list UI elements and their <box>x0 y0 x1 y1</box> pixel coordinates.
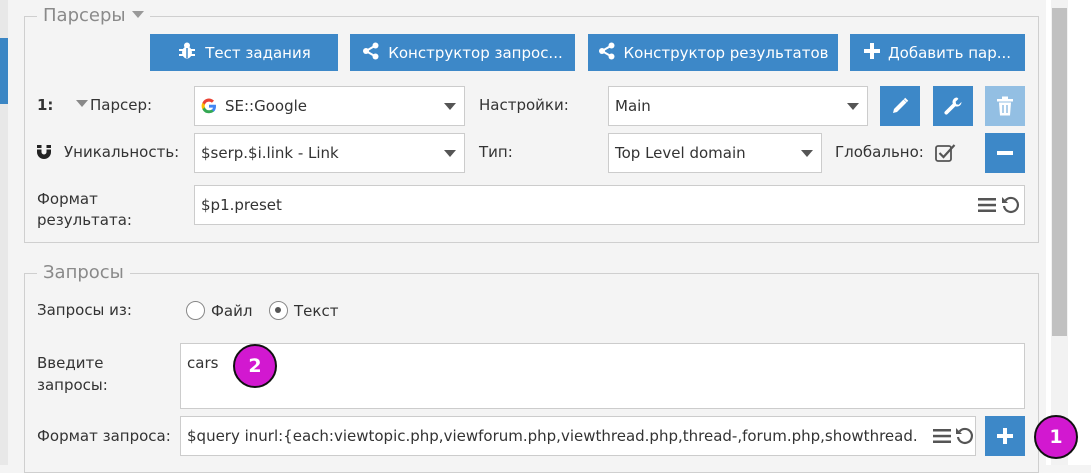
queries-legend: Запросы <box>37 262 130 284</box>
chevron-down-icon <box>801 150 813 157</box>
type-select[interactable]: Top Level domain <box>608 133 822 173</box>
uniqueness-select[interactable]: $serp.$i.link - Link <box>194 133 465 173</box>
add-parser-button[interactable]: Добавить пар... <box>850 34 1025 71</box>
queries-text: cars <box>187 354 219 372</box>
reset-icon[interactable] <box>955 426 975 446</box>
wrench-icon <box>943 96 963 116</box>
remove-uniqueness-button[interactable] <box>985 133 1025 173</box>
pencil-icon <box>891 97 909 115</box>
result-format-input[interactable]: $p1.preset <box>194 185 1025 225</box>
menu-icon[interactable] <box>978 197 996 213</box>
add-query-format-button[interactable] <box>985 416 1025 456</box>
bug-icon <box>177 41 197 65</box>
test-task-button[interactable]: Тест задания <box>150 34 338 71</box>
query-format-input[interactable]: $query inurl:{each:viewtopic.php,viewfor… <box>180 416 976 456</box>
global-label: Глобально: <box>835 143 924 161</box>
add-parser-label: Добавить пар... <box>887 43 1012 62</box>
google-icon <box>201 98 217 114</box>
global-checkbox[interactable] <box>935 143 957 163</box>
radio-text[interactable]: Текст <box>269 301 338 320</box>
queries-source-label: Запросы из: <box>37 301 132 319</box>
settings-select[interactable]: Main <box>608 86 868 126</box>
share-icon <box>598 42 616 64</box>
result-format-label-1: Формат <box>37 190 98 208</box>
radio-file[interactable]: Файл <box>186 301 252 320</box>
chevron-down-icon <box>444 103 456 110</box>
annotation-badge-1-text: 1 <box>1049 426 1063 448</box>
plus-icon <box>863 42 880 63</box>
result-format-value: $p1.preset <box>201 196 282 214</box>
magnet-icon <box>36 144 52 160</box>
trash-icon <box>996 96 1014 116</box>
left-nav-accent[interactable] <box>0 38 8 104</box>
result-builder-button[interactable]: Конструктор результатов <box>588 34 838 71</box>
parser-select-value: SE::Google <box>225 97 308 115</box>
delete-parser-button[interactable] <box>985 86 1025 126</box>
annotation-badge-2-text: 2 <box>248 355 262 377</box>
menu-icon[interactable] <box>931 428 951 444</box>
parser-index: 1: <box>37 96 54 114</box>
collapse-caret-icon[interactable] <box>131 11 144 18</box>
expand-caret-icon[interactable] <box>76 100 88 107</box>
share-icon <box>362 42 380 64</box>
parser-select[interactable]: SE::Google <box>194 86 465 126</box>
radio-text-label: Текст <box>294 301 339 320</box>
settings-label: Настройки: <box>479 96 569 114</box>
radio-file-label: Файл <box>211 301 253 320</box>
test-task-label: Тест задания <box>205 43 311 62</box>
type-select-value: Top Level domain <box>615 144 746 162</box>
query-format-label: Формат запроса: <box>37 427 171 445</box>
query-builder-button[interactable]: Конструктор запрос... <box>350 34 575 71</box>
uniqueness-select-value: $serp.$i.link - Link <box>201 144 339 162</box>
minus-icon <box>997 151 1013 155</box>
plus-icon <box>997 428 1013 444</box>
chevron-down-icon <box>847 103 859 110</box>
type-label: Тип: <box>479 143 513 161</box>
query-builder-label: Конструктор запрос... <box>388 43 563 62</box>
parsers-legend[interactable]: Парсеры <box>37 5 150 27</box>
annotation-badge-2: 2 <box>233 344 277 388</box>
parsers-legend-text: Парсеры <box>43 5 126 26</box>
result-builder-label: Конструктор результатов <box>623 43 829 62</box>
radio-text-circle[interactable] <box>269 301 288 320</box>
query-format-value: $query inurl:{each:viewtopic.php,viewfor… <box>187 427 917 445</box>
enter-queries-label-2: запросы: <box>37 376 108 394</box>
result-format-label-2: результата: <box>37 211 132 229</box>
reset-icon[interactable] <box>1001 195 1021 215</box>
settings-select-value: Main <box>615 97 651 115</box>
parser-label: Парсер: <box>90 96 153 114</box>
settings-wrench-button[interactable] <box>933 86 973 126</box>
queries-textarea[interactable]: cars <box>180 343 1025 409</box>
uniqueness-label: Уникальность: <box>64 143 180 161</box>
scrollbar-thumb[interactable] <box>1052 8 1067 336</box>
radio-file-circle[interactable] <box>186 301 205 320</box>
annotation-badge-1: 1 <box>1034 415 1078 459</box>
edit-button[interactable] <box>880 86 920 126</box>
enter-queries-label-1: Введите <box>37 354 104 372</box>
chevron-down-icon <box>444 150 456 157</box>
